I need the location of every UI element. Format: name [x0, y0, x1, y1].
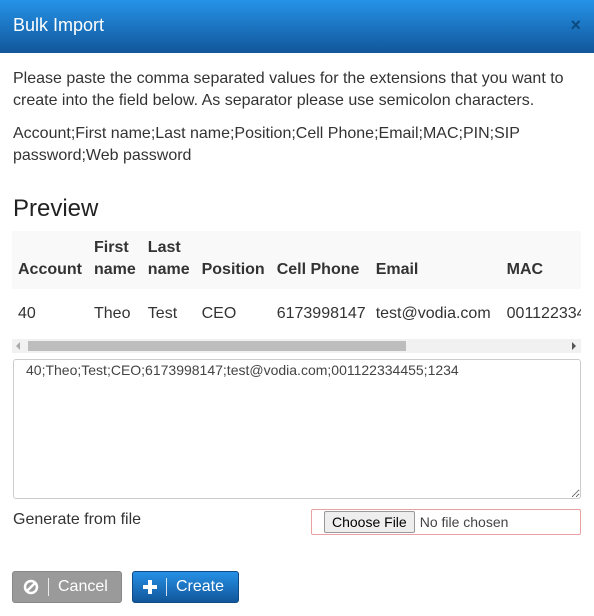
- table-row: 40 Theo Test CEO 6173998147 test@vodia.c…: [12, 289, 581, 338]
- preview-table-container: Account First name Last name Position Ce…: [12, 231, 581, 338]
- col-mac: MAC: [500, 231, 581, 289]
- cancel-label: Cancel: [58, 578, 108, 595]
- format-description: Account;First name;Last name;Position;Ce…: [13, 125, 520, 164]
- cell: CEO: [201, 305, 237, 322]
- col-account: Account: [12, 231, 88, 289]
- scrollbar-thumb[interactable]: [28, 341, 406, 351]
- divider: [48, 578, 49, 596]
- file-status: No file chosen: [419, 514, 509, 530]
- preview-title: Preview: [13, 195, 99, 222]
- cell: 6173998147: [276, 305, 366, 322]
- dialog-header: Bulk Import ×: [0, 0, 594, 53]
- col-cell-phone: Cell Phone: [270, 231, 372, 289]
- preview-table: Account First name Last name Position Ce…: [12, 231, 581, 338]
- create-button[interactable]: Create: [132, 571, 239, 603]
- cell: Test: [147, 305, 178, 322]
- col-first-name: First name: [88, 231, 142, 289]
- cell: Theo: [94, 305, 131, 322]
- plus-icon: [143, 580, 157, 594]
- file-input[interactable]: Choose File No file chosen: [311, 509, 581, 535]
- instructions: Please paste the comma separated values …: [13, 70, 564, 109]
- divider: [166, 578, 167, 596]
- choose-file-button[interactable]: Choose File: [324, 511, 415, 533]
- col-email: Email: [371, 231, 501, 289]
- csv-input[interactable]: 40;Theo;Test;CEO;6173998147;test@vodia.c…: [13, 359, 581, 499]
- ban-icon: [23, 579, 39, 595]
- close-icon[interactable]: ×: [570, 15, 581, 36]
- cancel-button[interactable]: Cancel: [12, 571, 122, 603]
- cell: test@vodia.com: [375, 305, 491, 322]
- cell: 001122334455: [506, 305, 581, 322]
- generate-from-file-label: Generate from file: [13, 511, 142, 528]
- horizontal-scrollbar[interactable]: [12, 339, 581, 353]
- scroll-left-icon[interactable]: [16, 342, 20, 350]
- create-label: Create: [176, 578, 225, 595]
- col-last-name: Last name: [141, 231, 196, 289]
- scroll-right-icon[interactable]: [572, 342, 576, 350]
- cell: 40: [18, 305, 36, 322]
- dialog-title: Bulk Import: [13, 15, 105, 35]
- col-position: Position: [195, 231, 271, 289]
